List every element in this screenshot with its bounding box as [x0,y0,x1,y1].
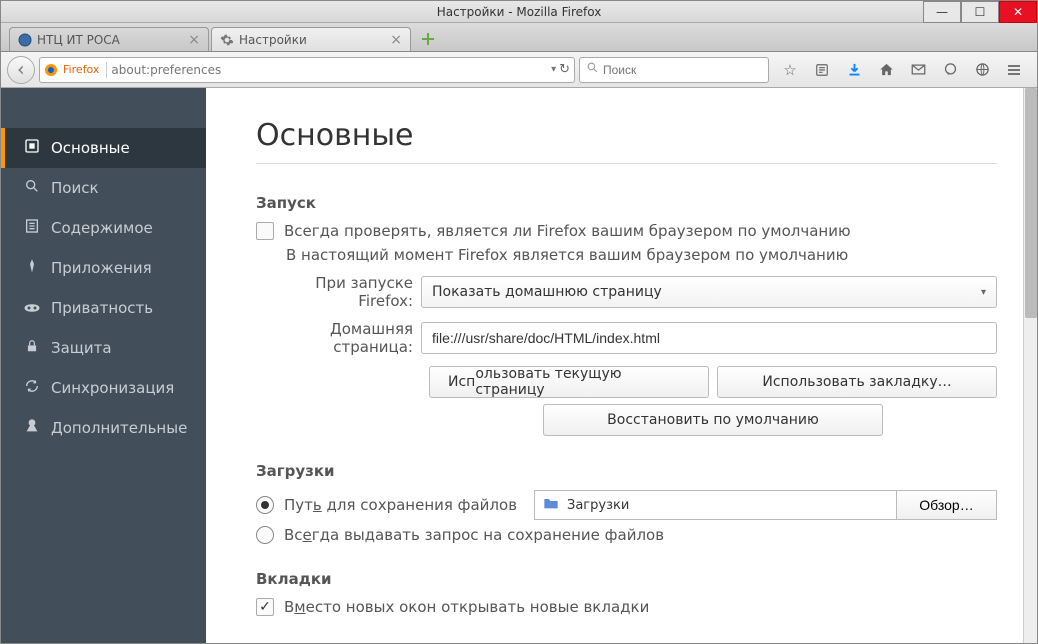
content-icon [21,218,43,238]
menu-icon[interactable] [1005,61,1023,79]
download-path-display: Загрузки [534,490,897,520]
firefox-icon [44,63,60,77]
chevron-down-icon: ▾ [981,287,986,298]
bookmark-star-icon[interactable]: ☆ [781,61,799,79]
save-path-radio[interactable] [256,496,274,514]
globe-icon [18,33,32,47]
sidebar-item-label: Дополнительные [51,419,187,437]
new-tab-button[interactable] [417,29,439,49]
browse-button[interactable]: Обзор… [897,490,997,520]
use-current-button[interactable]: Использовать текущую страницу [429,366,709,398]
dropdown-icon[interactable]: ▾ [551,64,556,75]
minimize-button[interactable]: — [923,1,961,23]
section-title-downloads: Загрузки [256,462,997,480]
scrollbar[interactable] [1023,88,1037,643]
save-path-label: Путь для сохранения файлов [284,496,534,514]
tabs-bar: НТЦ ИТ РОСА × Настройки × [1,23,1037,52]
apps-icon [21,258,43,278]
sidebar-item-label: Защита [51,339,112,357]
homepage-input[interactable] [421,322,997,354]
titlebar: Настройки - Mozilla Firefox — ☐ ✕ [1,1,1037,23]
downloads-icon[interactable] [845,61,863,79]
lock-icon [21,338,43,358]
search-icon [586,61,599,78]
nav-toolbar: Firefox about:preferences ▾ ↻ ☆ [1,52,1037,88]
separator [106,62,107,78]
tabs-section: Вкладки Вместо новых окон открывать новы… [256,570,997,616]
tab-label: Настройки [239,33,307,47]
sidebar-item-sync[interactable]: Синхронизация [1,368,206,408]
tab-label: НТЦ ИТ РОСА [37,33,120,47]
web-icon[interactable] [973,61,991,79]
chat-icon[interactable] [941,61,959,79]
close-button[interactable]: ✕ [999,1,1037,23]
privacy-icon [21,299,43,317]
back-button[interactable] [7,56,35,84]
tab-close-icon[interactable]: × [188,32,200,48]
identity-label: Firefox [63,63,99,76]
home-icon[interactable] [877,61,895,79]
reading-list-icon[interactable] [813,61,831,79]
content-area: Основные Поиск Содержимое Приложения При… [1,88,1037,643]
restore-default-button[interactable]: Восстановить по умолчанию [543,404,884,436]
mail-icon[interactable] [909,61,927,79]
advanced-icon [21,418,43,438]
sidebar-item-apps[interactable]: Приложения [1,248,206,288]
search-icon [21,178,43,198]
page-heading: Основные [256,118,997,153]
always-ask-label: Всегда выдавать запрос на сохранение фай… [284,526,664,544]
general-icon [21,138,43,158]
sidebar-item-label: Приложения [51,259,152,277]
section-title-tabs: Вкладки [256,570,997,588]
sidebar: Основные Поиск Содержимое Приложения При… [1,88,206,643]
default-browser-checkbox[interactable] [256,222,274,240]
toolbar-icons: ☆ [773,61,1031,79]
main-pane: Основные Запуск Всегда проверять, являет… [206,88,1037,643]
maximize-button[interactable]: ☐ [961,1,999,23]
divider [256,163,997,164]
always-ask-radio[interactable] [256,526,274,544]
firefox-window: Настройки - Mozilla Firefox — ☐ ✕ НТЦ ИТ… [0,0,1038,644]
use-bookmark-button[interactable]: Использовать закладку… [717,366,997,398]
open-new-tabs-checkbox[interactable] [256,598,274,616]
when-start-select[interactable]: Показать домашнюю страницу ▾ [421,276,997,308]
tab-rosa[interactable]: НТЦ ИТ РОСА × [9,27,209,51]
sidebar-item-search[interactable]: Поиск [1,168,206,208]
open-new-tabs-label: Вместо новых окон открывать новые вкладк… [284,598,649,616]
sidebar-item-security[interactable]: Защита [1,328,206,368]
select-value: Показать домашнюю страницу [432,284,662,300]
sidebar-item-label: Основные [51,139,130,157]
window-title: Настройки - Mozilla Firefox [437,5,602,19]
tab-settings[interactable]: Настройки × [211,27,411,51]
url-text: about:preferences [111,63,548,77]
search-bar[interactable] [579,57,769,83]
when-start-label: При запуске Firefox: [256,274,421,310]
sync-icon [21,378,43,398]
default-check-label: Всегда проверять, является ли Firefox ва… [284,222,851,240]
sidebar-item-general[interactable]: Основные [1,128,206,168]
sidebar-item-advanced[interactable]: Дополнительные [1,408,206,448]
default-browser-status: В настоящий момент Firefox является ваши… [286,246,848,264]
scroll-thumb[interactable] [1025,88,1037,318]
search-input[interactable] [603,63,762,77]
homepage-label: Домашняя страница: [256,320,421,356]
sidebar-item-label: Синхронизация [51,379,174,397]
sidebar-item-label: Содержимое [51,219,153,237]
url-bar[interactable]: Firefox about:preferences ▾ ↻ [39,57,575,83]
sidebar-item-label: Поиск [51,179,99,197]
gear-icon [220,33,234,47]
reload-icon[interactable]: ↻ [559,62,570,77]
section-title-startup: Запуск [256,194,997,212]
sidebar-item-privacy[interactable]: Приватность [1,288,206,328]
download-path-text: Загрузки [567,498,629,513]
sidebar-item-label: Приватность [51,299,153,317]
startup-section: Запуск Всегда проверять, является ли Fir… [256,194,997,436]
tab-close-icon[interactable]: × [390,32,402,48]
downloads-section: Загрузки Путь для сохранения файлов Загр… [256,462,997,544]
sidebar-item-content[interactable]: Содержимое [1,208,206,248]
folder-icon [543,496,559,514]
